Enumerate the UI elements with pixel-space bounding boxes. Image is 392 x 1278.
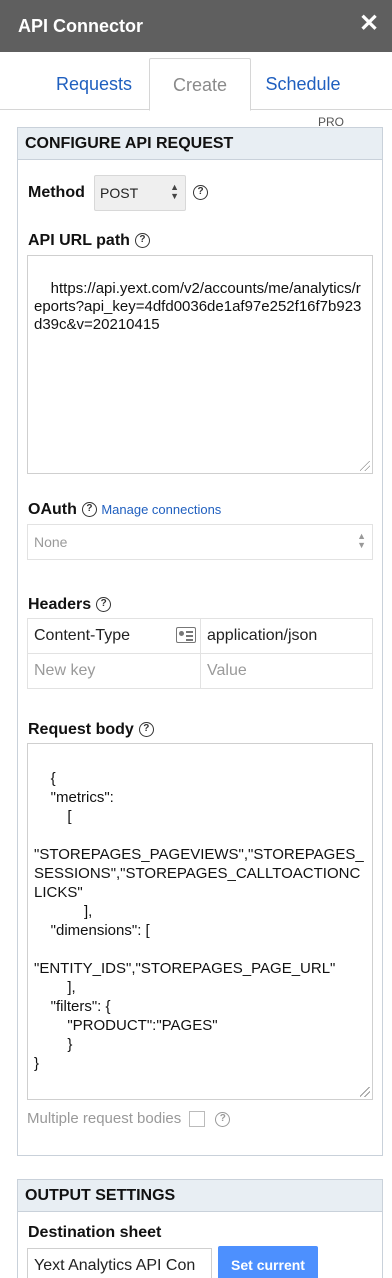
- request-body-value: { "metrics": [ "STOREPAGES_PAGEVIEWS","S…: [34, 770, 364, 1072]
- oauth-select[interactable]: None ▲ ▼: [27, 524, 373, 560]
- body-label: Request body: [28, 721, 134, 738]
- oauth-label: OAuth: [28, 501, 77, 518]
- url-textarea[interactable]: https://api.yext.com/v2/accounts/me/anal…: [27, 255, 373, 474]
- help-circle-icon[interactable]: ?: [134, 233, 150, 249]
- new-key-field[interactable]: New key: [27, 653, 201, 689]
- new-value-field[interactable]: Value: [200, 653, 373, 689]
- output-header: OUTPUT SETTINGS: [18, 1180, 382, 1212]
- updown-icon: ▲ ▼: [357, 531, 366, 550]
- request-body-textarea[interactable]: { "metrics": [ "STOREPAGES_PAGEVIEWS","S…: [27, 743, 373, 1100]
- oauth-value: None: [34, 534, 68, 550]
- close-icon[interactable]: ✕: [358, 12, 380, 36]
- url-label-row: API URL path?: [28, 232, 150, 250]
- method-label-row: Method: [28, 184, 85, 202]
- set-current-button[interactable]: Set current: [218, 1246, 318, 1278]
- method-label: Method: [28, 184, 85, 201]
- multiple-bodies-label: Multiple request bodies: [27, 1110, 182, 1127]
- header-value-field[interactable]: application/json: [200, 618, 373, 654]
- resize-handle-icon[interactable]: [360, 461, 370, 471]
- title-bar: API Connector ✕: [0, 0, 392, 52]
- new-value-placeholder: Value: [207, 662, 247, 679]
- output-panel: OUTPUT SETTINGS Destination sheet Yext A…: [17, 1179, 383, 1278]
- method-select[interactable]: POST ▲ ▼: [94, 175, 186, 211]
- contact-card-icon[interactable]: [176, 627, 196, 643]
- updown-icon: ▲ ▼: [170, 182, 179, 201]
- app-title: API Connector: [18, 16, 144, 36]
- destination-sheet-value: Yext Analytics API Con: [34, 1257, 196, 1274]
- headers-label: Headers: [28, 596, 92, 613]
- tab-requests[interactable]: Requests: [40, 58, 148, 110]
- configure-panel: CONFIGURE API REQUEST Method POST ▲ ▼ ? A…: [17, 127, 383, 1156]
- tab-bar: Requests Create Schedule PRO: [0, 52, 392, 129]
- multiple-bodies-row: Multiple request bodies?: [27, 1110, 231, 1128]
- destination-sheet-input[interactable]: Yext Analytics API Con: [27, 1248, 212, 1278]
- help-circle-icon[interactable]: ?: [81, 502, 97, 518]
- method-value: POST: [100, 185, 139, 201]
- tab-schedule[interactable]: Schedule: [258, 58, 348, 110]
- headers-label-row: Headers?: [28, 596, 112, 614]
- resize-handle-icon[interactable]: [360, 1087, 370, 1097]
- configure-header: CONFIGURE API REQUEST: [18, 128, 382, 160]
- url-value: https://api.yext.com/v2/accounts/me/anal…: [34, 280, 362, 333]
- manage-connections-link[interactable]: Manage connections: [101, 502, 221, 517]
- help-circle-icon[interactable]: ?: [193, 185, 208, 200]
- help-circle-icon[interactable]: ?: [138, 722, 154, 738]
- help-circle-icon[interactable]: ?: [215, 1111, 231, 1127]
- header-key: Content-Type: [34, 627, 131, 644]
- tab-create[interactable]: Create: [149, 58, 251, 111]
- destination-label: Destination sheet: [28, 1224, 162, 1241]
- header-key-field[interactable]: Content-Type: [27, 618, 201, 654]
- oauth-label-row: OAuth? Manage connections: [28, 501, 221, 519]
- url-label: API URL path: [28, 232, 130, 249]
- body-label-row: Request body?: [28, 721, 154, 739]
- new-key-placeholder: New key: [34, 662, 96, 679]
- multiple-bodies-checkbox[interactable]: [189, 1111, 206, 1128]
- help-circle-icon[interactable]: ?: [96, 597, 112, 613]
- header-value: application/json: [207, 627, 318, 644]
